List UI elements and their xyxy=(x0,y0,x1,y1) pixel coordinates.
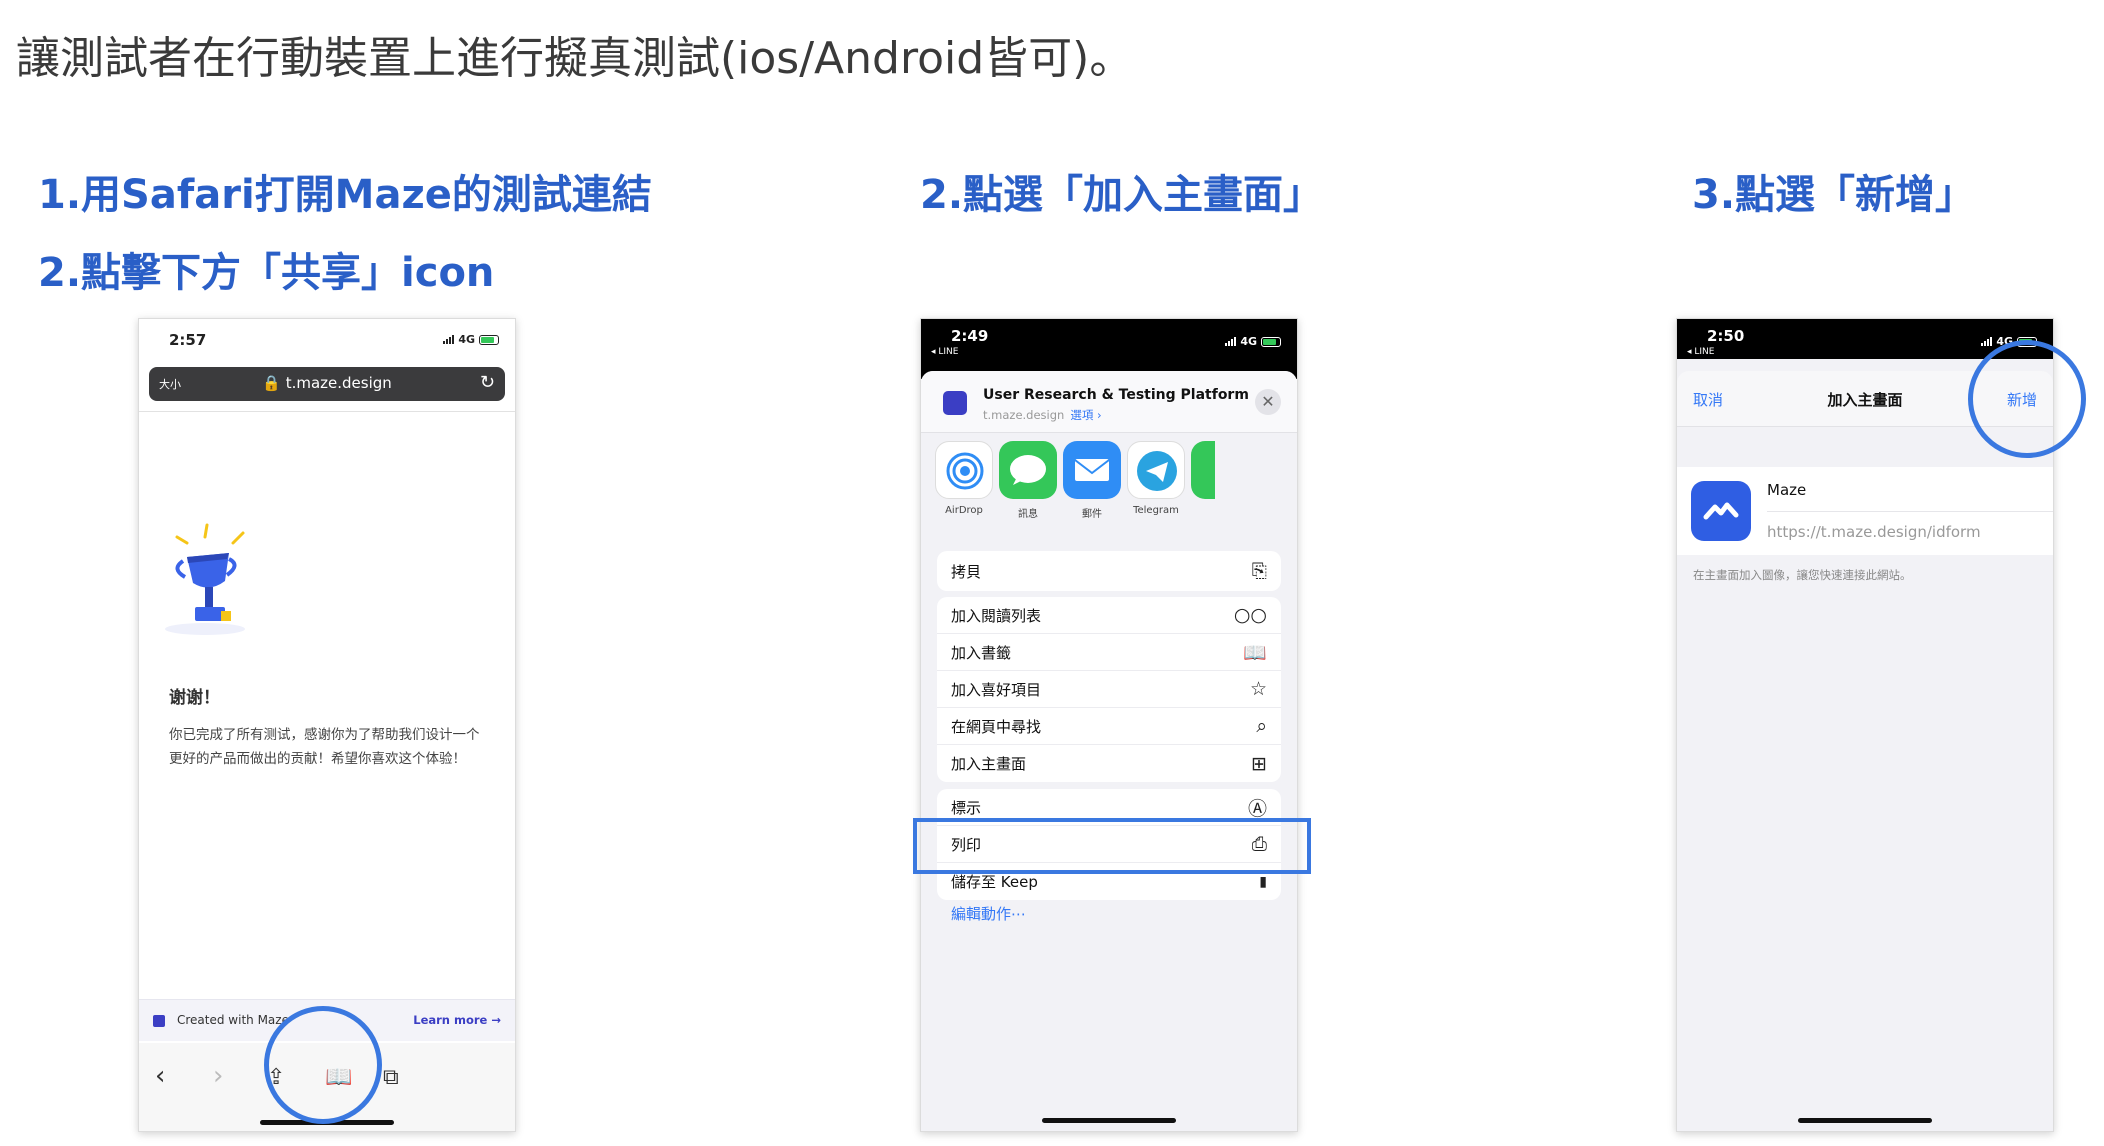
action-bookmark[interactable]: 加入書籤 📖 xyxy=(937,634,1281,671)
app-label: AirDrop xyxy=(945,505,983,516)
reload-icon[interactable]: ↻ xyxy=(480,372,495,393)
site-title: User Research & Testing Platform xyxy=(983,387,1249,403)
glasses-icon: ○○ xyxy=(1233,604,1267,626)
action-add-to-home-screen[interactable]: 加入主畫面 ⊞ xyxy=(937,745,1281,782)
app-messages[interactable]: 訊息 xyxy=(997,441,1059,520)
action-label: 儲存至 Keep xyxy=(951,873,1038,891)
status-time: 2:57 xyxy=(169,331,207,349)
step2-title: 2.點選「加入主畫面」 xyxy=(920,172,1324,218)
url-field[interactable]: 🔒 t.maze.design xyxy=(149,374,505,392)
actions-group: 加入閱讀列表 ○○ 加入書籤 📖 加入喜好項目 ☆ 在網頁中尋找 ⌕ 加入主畫面… xyxy=(937,597,1281,782)
edit-actions-link[interactable]: 編輯動作⋯ xyxy=(951,903,1026,924)
app-label: Telegram xyxy=(1133,505,1179,516)
created-with-text: Created with Maze xyxy=(177,1013,289,1027)
battery-icon xyxy=(479,334,499,345)
status-time: 2:50 xyxy=(1707,327,1745,345)
status-time: 2:49 xyxy=(951,327,989,345)
shortcut-url: https://t.maze.design/idform xyxy=(1767,523,1981,541)
highlight-circle-share xyxy=(264,1006,382,1124)
back-to-app[interactable]: ◂ LINE xyxy=(1687,347,1714,357)
back-icon[interactable]: ‹ xyxy=(155,1061,165,1091)
highlight-box-add-to-home xyxy=(913,818,1311,874)
status-indicators: 4G xyxy=(443,333,499,346)
home-shortcut-card: Maze https://t.maze.design/idform xyxy=(1677,467,2053,555)
step1-title-line2: 2.點擊下方「共享」icon xyxy=(38,250,495,296)
signal-icon xyxy=(1225,337,1237,346)
copy-icon: ⎘ xyxy=(1251,560,1267,582)
action-copy[interactable]: 拷貝 ⎘ xyxy=(937,551,1281,591)
back-to-app[interactable]: ◂ LINE xyxy=(931,347,958,357)
partial-app-icon xyxy=(1191,441,1215,499)
divider xyxy=(139,411,515,412)
messages-icon xyxy=(999,441,1057,499)
action-label: 拷貝 xyxy=(951,562,982,581)
search-icon: ⌕ xyxy=(1256,715,1267,737)
network-label: 4G xyxy=(458,333,475,346)
app-label: 訊息 xyxy=(1018,509,1038,520)
site-options-link[interactable]: 選項 › xyxy=(1070,408,1101,422)
share-apps-row: AirDrop 訊息 郵件 Telegram xyxy=(921,441,1297,531)
forward-icon[interactable]: › xyxy=(213,1061,223,1091)
close-icon[interactable]: ✕ xyxy=(1255,389,1281,415)
intro-text: 讓測試者在行動裝置上進行擬真測試(ios/Android皆可)。 xyxy=(16,33,1134,84)
tabs-icon[interactable]: ⧉ xyxy=(383,1065,399,1090)
app-partial[interactable] xyxy=(1185,441,1215,505)
maze-logo-icon xyxy=(153,1015,165,1027)
home-indicator xyxy=(1042,1118,1176,1123)
thanks-heading: 谢谢！ xyxy=(169,688,220,708)
share-sheet-header: User Research & Testing Platform t.maze.… xyxy=(921,371,1297,433)
lock-icon: 🔒 xyxy=(262,374,281,392)
share-sheet: User Research & Testing Platform t.maze.… xyxy=(921,371,1297,1131)
book-icon: 📖 xyxy=(1243,641,1267,664)
copy-group: 拷貝 ⎘ xyxy=(937,551,1281,591)
app-airdrop[interactable]: AirDrop xyxy=(933,441,995,516)
step3-title: 3.點選「新增」 xyxy=(1692,172,1976,218)
action-label: 標示 xyxy=(951,798,982,817)
markup-icon: Ⓐ xyxy=(1247,797,1267,820)
action-favorites[interactable]: 加入喜好項目 ☆ xyxy=(937,671,1281,708)
telegram-icon xyxy=(1127,441,1185,499)
step1-title-line1: 1.用Safari打開Maze的測試連結 xyxy=(38,172,652,218)
home-indicator xyxy=(1798,1118,1932,1123)
signal-icon xyxy=(1981,337,1993,346)
trophy-illustration xyxy=(165,523,245,635)
thanks-body: 你已完成了所有测试，感谢你为了帮助我们设计一个更好的产品而做出的贡献！希望你喜欢… xyxy=(169,727,480,767)
shortcut-name-field[interactable]: Maze xyxy=(1767,481,1806,499)
action-find-on-page[interactable]: 在網頁中尋找 ⌕ xyxy=(937,708,1281,745)
status-bar: 2:57 4G xyxy=(139,319,515,359)
action-label: 在網頁中尋找 xyxy=(951,717,1042,736)
action-label: 加入書籤 xyxy=(951,643,1012,662)
star-icon: ☆ xyxy=(1249,678,1267,700)
mail-icon xyxy=(1063,441,1121,499)
phone-screenshot-share-sheet: 2:49 ◂ LINE 4G User Research & Testing P… xyxy=(920,318,1298,1132)
action-reading-list[interactable]: 加入閱讀列表 ○○ xyxy=(937,597,1281,634)
highlight-circle-add xyxy=(1968,340,2086,458)
add-square-icon: ⊞ xyxy=(1251,752,1267,775)
app-mail[interactable]: 郵件 xyxy=(1061,441,1123,520)
action-label: 加入主畫面 xyxy=(951,755,1027,773)
status-bar: 2:49 ◂ LINE 4G xyxy=(921,319,1297,379)
address-bar[interactable]: 大小 🔒 t.maze.design ↻ xyxy=(149,367,505,401)
action-label: 加入喜好項目 xyxy=(951,680,1042,699)
site-url-text: t.maze.design xyxy=(983,408,1065,422)
site-icon xyxy=(943,391,967,415)
hint-text: 在主畫面加入圖像，讓您快速連接此網站。 xyxy=(1693,568,1912,582)
bookmark-icon: ▮ xyxy=(1259,873,1267,890)
status-indicators: 4G xyxy=(1225,335,1281,348)
signal-icon xyxy=(443,335,455,344)
app-telegram[interactable]: Telegram xyxy=(1125,441,1187,516)
airdrop-icon xyxy=(935,441,993,499)
site-url: t.maze.design 選項 › xyxy=(983,407,1102,423)
battery-icon xyxy=(1261,336,1281,347)
network-label: 4G xyxy=(1240,335,1257,348)
app-label: 郵件 xyxy=(1082,509,1102,520)
learn-more-link[interactable]: Learn more → xyxy=(413,1013,501,1027)
action-label: 加入閱讀列表 xyxy=(951,606,1042,625)
maze-app-icon xyxy=(1691,481,1751,541)
divider xyxy=(1767,511,2053,512)
url-text: t.maze.design xyxy=(285,374,392,392)
